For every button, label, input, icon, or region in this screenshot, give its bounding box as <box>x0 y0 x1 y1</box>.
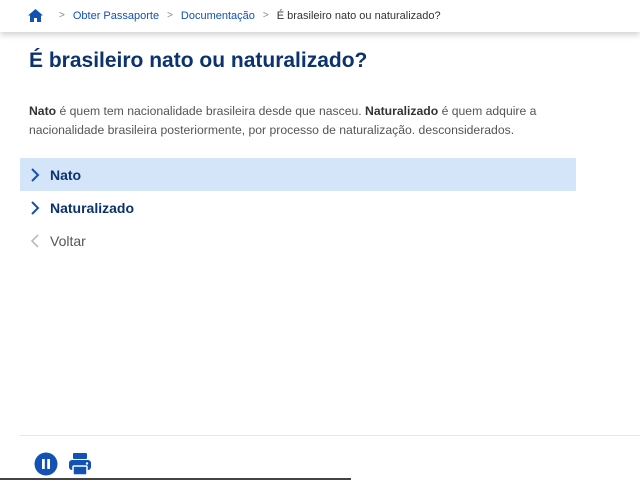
chevron-left-icon <box>30 233 40 248</box>
page-title: É brasileiro nato ou naturalizado? <box>29 49 368 72</box>
options-list: Nato Naturalizado Voltar <box>20 158 576 257</box>
intro-paragraph: Nato é quem tem nacionalidade brasileira… <box>29 102 549 140</box>
top-bar: > Obter Passaporte > Documentação > É br… <box>0 0 640 32</box>
breadcrumb-separator: > <box>167 10 173 21</box>
option-nato[interactable]: Nato <box>20 158 576 191</box>
home-icon[interactable] <box>28 9 43 22</box>
breadcrumb-current: É brasileiro nato ou naturalizado? <box>276 9 441 22</box>
print-icon[interactable] <box>68 452 92 481</box>
footer-divider <box>20 435 640 436</box>
intro-text-1: é quem tem nacionalidade brasileira desd… <box>56 104 366 118</box>
back-button[interactable]: Voltar <box>20 224 576 257</box>
intro-term-nato: Nato <box>29 104 57 118</box>
breadcrumb-separator: > <box>262 10 269 21</box>
breadcrumb-link-documentacao[interactable]: Documentação <box>181 10 255 22</box>
option-label: Nato <box>50 166 82 183</box>
breadcrumb-link-obter-passaporte[interactable]: Obter Passaporte <box>73 10 159 22</box>
option-label: Naturalizado <box>50 199 135 216</box>
breadcrumb-separator: > <box>59 10 65 21</box>
option-naturalizado[interactable]: Naturalizado <box>20 191 576 224</box>
chevron-right-icon <box>30 167 40 182</box>
intro-term-naturalizado: Naturalizado <box>365 104 439 118</box>
chevron-right-icon <box>30 200 40 215</box>
pause-icon[interactable] <box>34 452 58 481</box>
option-label: Voltar <box>50 232 86 249</box>
breadcrumb: > Obter Passaporte > Documentação > É br… <box>28 9 441 22</box>
